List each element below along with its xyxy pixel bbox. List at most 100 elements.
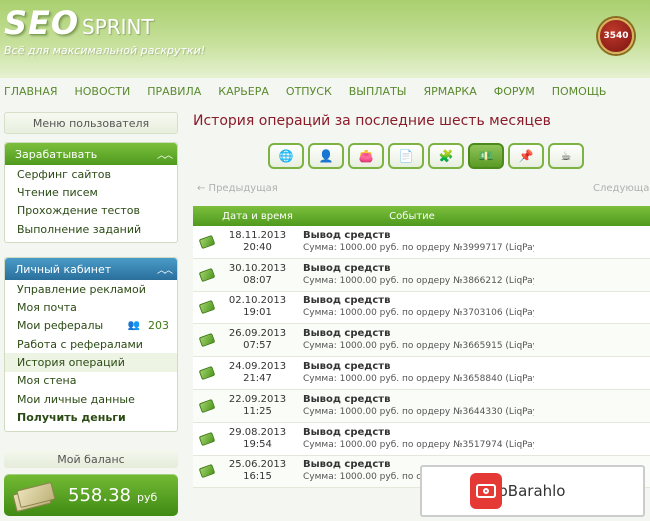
column-header-event: Событие: [389, 210, 435, 222]
sidebar-item-tests[interactable]: Прохождение тестов: [5, 202, 177, 220]
wallet-icon[interactable]: 👛: [348, 143, 384, 169]
row-date: 25.06.2013: [228, 459, 287, 471]
sidebar-item-wall[interactable]: Моя стена: [5, 372, 177, 390]
row-event-title: Вывод средств: [303, 393, 391, 405]
money-stack-icon: [12, 481, 56, 513]
money-icon[interactable]: 💵: [468, 143, 504, 169]
next-page-link[interactable]: Следующая: [593, 183, 650, 194]
sidebar-item-history[interactable]: История операций: [5, 353, 177, 372]
camera-icon: [470, 473, 502, 509]
document-icon[interactable]: 📄: [388, 143, 424, 169]
row-event: Вывод средств Сумма: 1000.00 руб. по орде…: [294, 294, 534, 320]
watermark-ad[interactable]: ProBarahlo: [420, 465, 645, 517]
cabinet-menu-header[interactable]: Личный кабинет ︿︿: [5, 258, 177, 281]
sidebar-item-surfing[interactable]: Серфинг сайтов: [5, 165, 177, 183]
row-date: 29.08.2013: [228, 426, 287, 438]
row-time: 07:57: [243, 340, 272, 352]
prev-page-link[interactable]: ← Предыдущая: [197, 183, 278, 194]
payout-money-icon: [193, 398, 221, 413]
payout-money-icon: [193, 431, 221, 446]
row-date: 18.11.2013: [228, 229, 287, 241]
row-event: Вывод средств Сумма: 1000.00 руб. по орде…: [294, 327, 534, 353]
referrals-label: Мои рефералы: [17, 319, 104, 333]
balance-value: 558.38: [68, 484, 131, 506]
sidebar-item-referral-work[interactable]: Работа с рефералами: [5, 335, 177, 353]
row-event: Вывод средств Сумма: 1000.00 руб. по орде…: [294, 360, 534, 386]
row-datetime: 30.10.2013 08:07: [221, 263, 294, 287]
row-date: 22.09.2013: [228, 393, 287, 405]
sidebar-item-personal-data[interactable]: Мои личные данные: [5, 390, 177, 408]
sidebar-item-get-money[interactable]: Получить деньги: [5, 408, 177, 426]
history-table: Дата и время Событие 18.11.2013 20:40 Выво…: [193, 206, 650, 489]
nav-item-fair[interactable]: ЯРМАРКА: [424, 85, 477, 98]
sidebar-title: Меню пользователя: [4, 112, 178, 134]
row-date: 02.10.2013: [228, 295, 287, 307]
globe-icon[interactable]: 🌐: [268, 143, 304, 169]
balance-title: Мой баланс: [4, 450, 178, 468]
sidebar-item-ads[interactable]: Управление рекламой: [5, 280, 177, 298]
row-event-desc: Сумма: 1000.00 руб. по ордеру №3703106 (…: [303, 308, 534, 319]
row-time: 11:25: [243, 405, 272, 417]
row-time: 19:01: [243, 307, 272, 319]
row-event-title: Вывод средств: [303, 328, 391, 340]
row-event-title: Вывод средств: [303, 426, 391, 438]
row-event-desc: Сумма: 1000.00 руб. по ордеру №3644330 (…: [303, 406, 534, 417]
referrals-people-icon: 👥: [127, 320, 140, 332]
payout-money-icon: [193, 464, 221, 479]
referral-counter: 👥 203: [128, 319, 169, 332]
nav-item-help[interactable]: ПОМОЩЬ: [552, 85, 607, 98]
filter-toolbar: 🌐 👤 👛 📄 🧩 💵 📌 ☕: [268, 143, 584, 169]
logo-tagline: Всё для максимальной раскрутки!: [4, 44, 206, 57]
payout-money-icon: [193, 300, 221, 315]
row-event-desc: Сумма: 1000.00 руб. по ордеру №3658840 (…: [303, 374, 534, 385]
site-header: SEO SPRINT Всё для максимальной раскрутк…: [0, 0, 650, 78]
payout-money-icon: [193, 365, 221, 381]
logo-seo[interactable]: SEO: [4, 4, 79, 42]
row-event-desc: Сумма: 1000.00 руб. по ордеру №3517974 (…: [303, 439, 534, 450]
row-event-desc: Сумма: 1000.00 руб. по ордеру №3999717 (…: [303, 242, 534, 253]
row-event-title: Вывод средств: [303, 262, 391, 274]
row-event-desc: Сумма: 1000.00 руб. по ордеру №3665915 (…: [303, 341, 534, 352]
pin-icon[interactable]: 📌: [508, 143, 544, 169]
row-datetime: 22.09.2013 11:25: [221, 394, 294, 418]
nav-item-home[interactable]: ГЛАВНАЯ: [4, 85, 58, 98]
nav-item-career[interactable]: КАРЬЕРА: [218, 85, 269, 98]
nav-item-payouts[interactable]: ВЫПЛАТЫ: [349, 85, 407, 98]
nav-item-rules[interactable]: ПРАВИЛА: [147, 85, 201, 98]
sidebar-item-tasks[interactable]: Выполнение заданий: [5, 220, 177, 238]
pagination: ← Предыдущая Следующая: [193, 183, 650, 197]
row-event: Вывод средств Сумма: 1000.00 руб. по орде…: [294, 262, 534, 288]
row-datetime: 29.08.2013 19:54: [221, 427, 294, 451]
row-event-title: Вывод средств: [303, 361, 391, 373]
row-datetime: 02.10.2013 19:01: [221, 295, 294, 319]
collapse-chevron-icon[interactable]: ︿︿: [157, 148, 173, 161]
table-row: 18.11.2013 20:40 Вывод средств Сумма: 1000.…: [193, 226, 650, 259]
earn-menu-title: Зарабатывать: [15, 147, 98, 161]
user-level-badge[interactable]: 3540: [598, 18, 634, 54]
logo-sprint[interactable]: SPRINT: [82, 15, 154, 39]
page-title: История операций за последние шесть меся…: [193, 113, 551, 129]
puzzle-icon[interactable]: 🧩: [428, 143, 464, 169]
row-time: 08:07: [243, 274, 272, 286]
row-datetime: 26.09.2013 07:57: [221, 328, 294, 352]
top-navigation: ГЛАВНАЯ НОВОСТИ ПРАВИЛА КАРЬЕРА ОТПУСК В…: [0, 80, 650, 102]
collapse-chevron-icon[interactable]: ︿︿: [157, 263, 173, 276]
sidebar-item-mail[interactable]: Моя почта: [5, 298, 177, 316]
mug-icon[interactable]: ☕: [548, 143, 584, 169]
balance-panel[interactable]: 558.38 руб: [4, 474, 178, 516]
row-datetime: 25.06.2013 16:15: [221, 459, 294, 483]
nav-item-forum[interactable]: ФОРУМ: [494, 85, 535, 98]
table-row: 26.09.2013 07:57 Вывод средств Сумма: 1000.…: [193, 324, 650, 358]
row-event: Вывод средств Сумма: 1000.00 руб. по орде…: [294, 393, 534, 419]
row-event: Вывод средств Сумма: 1000.00 руб. по орде…: [294, 229, 534, 255]
sidebar-item-reading-mail[interactable]: Чтение писем: [5, 183, 177, 201]
earn-menu-header[interactable]: Зарабатывать ︿︿: [5, 143, 177, 165]
sidebar-item-referrals[interactable]: Мои рефералы 👥 203: [5, 317, 177, 335]
referral-count: 203: [148, 319, 169, 333]
cabinet-menu-title: Личный кабинет: [15, 262, 112, 276]
user-icon[interactable]: 👤: [308, 143, 344, 169]
nav-item-vacation[interactable]: ОТПУСК: [286, 85, 332, 98]
row-time: 20:40: [243, 241, 272, 253]
nav-item-news[interactable]: НОВОСТИ: [75, 85, 131, 98]
row-datetime: 18.11.2013 20:40: [221, 230, 294, 254]
